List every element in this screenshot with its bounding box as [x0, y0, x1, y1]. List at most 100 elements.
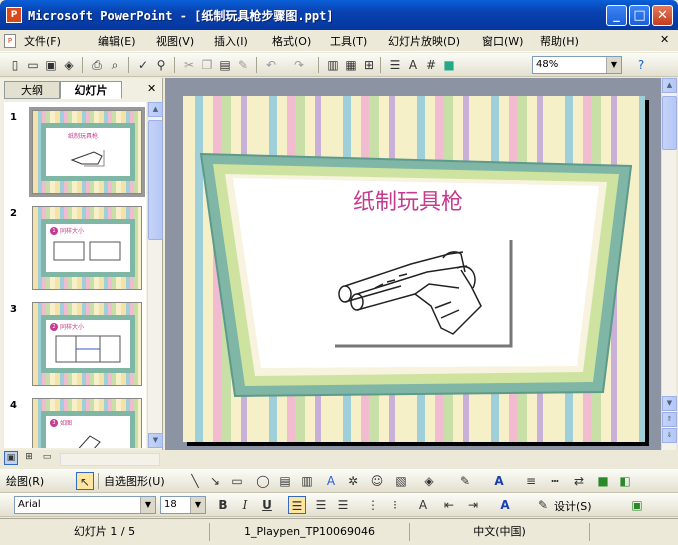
research-icon[interactable]: ⚲	[152, 56, 170, 74]
align-right-icon[interactable]: ☰	[334, 496, 352, 514]
cut-icon[interactable]: ✂	[180, 56, 198, 74]
arrow-style-icon[interactable]: ⇄	[570, 472, 588, 490]
menu-edit[interactable]: 编辑(E)	[98, 33, 136, 49]
slide-thumbnail-4[interactable]: 3 如图	[32, 398, 142, 448]
previous-slide-icon[interactable]: ⇑	[662, 412, 677, 427]
new-slide-icon[interactable]: ▣	[628, 496, 646, 514]
font-color-icon[interactable]: A	[496, 496, 514, 514]
diagram-icon[interactable]: ✲	[344, 472, 362, 490]
new-icon[interactable]: ▯	[6, 56, 24, 74]
rectangle-icon[interactable]: ▭	[228, 472, 246, 490]
undo-icon[interactable]: ↶	[262, 56, 280, 74]
expand-all-icon[interactable]: ☰	[386, 56, 404, 74]
format-painter-icon[interactable]: ✎	[234, 56, 252, 74]
color-grayscale-icon[interactable]: ■	[440, 56, 458, 74]
menu-tools[interactable]: 工具(T)	[330, 33, 367, 49]
numbering-icon[interactable]: ⋮	[364, 496, 382, 514]
close-button[interactable]: ✕	[652, 5, 673, 26]
permission-icon[interactable]: ◈	[60, 56, 78, 74]
font-size-select[interactable]: 18 ▼	[160, 496, 206, 514]
print-icon[interactable]: ⎙	[88, 56, 106, 74]
picture-icon[interactable]: ▧	[392, 472, 410, 490]
help-icon[interactable]: ?	[632, 56, 650, 74]
powerpoint-app-icon[interactable]: P	[6, 7, 22, 23]
line-style-icon[interactable]: ≡	[522, 472, 540, 490]
redo-icon[interactable]: ↷	[290, 56, 308, 74]
paper-gun-illustration[interactable]	[331, 236, 521, 351]
menu-slideshow[interactable]: 幻灯片放映(D)	[388, 33, 460, 49]
design-button[interactable]: 设计(S)	[554, 498, 592, 514]
slideshow-view-icon[interactable]: ▭	[40, 451, 54, 465]
maximize-button[interactable]: □	[629, 5, 650, 26]
slide-canvas[interactable]: 纸制玩具枪	[183, 96, 645, 442]
tab-outline[interactable]: 大纲	[4, 81, 60, 99]
print-preview-icon[interactable]: ⌕	[106, 56, 124, 74]
line-icon[interactable]: ╲	[186, 472, 204, 490]
wordart-icon[interactable]: A	[322, 472, 340, 490]
underline-icon[interactable]: U	[258, 496, 276, 514]
bullets-icon[interactable]: ⁝	[386, 496, 404, 514]
slide-title[interactable]: 纸制玩具枪	[353, 184, 463, 216]
menu-insert[interactable]: 插入(I)	[214, 33, 248, 49]
slide-sorter-icon[interactable]: ⊞	[22, 451, 36, 465]
italic-icon[interactable]: I	[236, 496, 254, 514]
chevron-down-icon[interactable]: ▼	[140, 497, 155, 513]
menu-help[interactable]: 帮助(H)	[540, 33, 579, 49]
slide-thumbnail-1[interactable]: 纸制玩具枪	[29, 107, 145, 197]
normal-view-icon[interactable]: ▣	[4, 451, 18, 465]
oval-icon[interactable]: ◯	[254, 472, 272, 490]
clipart-icon[interactable]: ☺	[368, 472, 386, 490]
slide-thumbnail-3[interactable]: 2 同样大小	[32, 302, 142, 386]
bold-icon[interactable]: B	[214, 496, 232, 514]
tables-borders-icon[interactable]: ⊞	[360, 56, 378, 74]
decrease-indent-icon[interactable]: ⇤	[440, 496, 458, 514]
scroll-down-icon[interactable]: ▼	[662, 396, 677, 411]
grid-icon[interactable]: #	[422, 56, 440, 74]
scroll-thumb[interactable]	[662, 96, 677, 150]
spelling-icon[interactable]: ✓	[134, 56, 152, 74]
shadow-style-icon[interactable]: ■	[594, 472, 612, 490]
insert-chart-icon[interactable]: ▥	[324, 56, 342, 74]
fill-color-icon[interactable]: ◈	[420, 472, 438, 490]
increase-indent-icon[interactable]: ⇥	[464, 496, 482, 514]
scroll-thumb[interactable]	[148, 120, 163, 240]
autoshapes-menu-button[interactable]: 自选图形(U)	[104, 473, 165, 489]
select-objects-icon[interactable]: ↖	[76, 472, 94, 490]
insert-table-icon[interactable]: ▦	[342, 56, 360, 74]
align-left-icon[interactable]: ☰	[288, 496, 306, 514]
tab-slides[interactable]: 幻灯片	[60, 81, 122, 99]
menu-file[interactable]: 文件(F)	[24, 33, 61, 49]
font-color-icon[interactable]: A	[490, 472, 508, 490]
slide-scrollbar[interactable]: ▲ ▼ ⇑ ⇓	[661, 78, 677, 450]
vertical-textbox-icon[interactable]: ▥	[298, 472, 316, 490]
arrow-icon[interactable]: ↘	[206, 472, 224, 490]
textbox-icon[interactable]: ▤	[276, 472, 294, 490]
next-slide-icon[interactable]: ⇓	[662, 428, 677, 443]
copy-icon[interactable]: ❐	[198, 56, 216, 74]
zoom-select[interactable]: 48% ▼	[532, 56, 622, 74]
menu-view[interactable]: 视图(V)	[156, 33, 194, 49]
font-select[interactable]: Arial ▼	[14, 496, 156, 514]
chevron-down-icon[interactable]: ▼	[606, 57, 621, 73]
document-icon[interactable]: P	[4, 34, 16, 48]
line-color-icon[interactable]: ✎	[456, 472, 474, 490]
pane-horizontal-scrollbar[interactable]	[60, 453, 160, 466]
paste-icon[interactable]: ▤	[216, 56, 234, 74]
close-pane-button[interactable]: ✕	[147, 82, 156, 95]
increase-font-icon[interactable]: A	[414, 496, 432, 514]
open-icon[interactable]: ▭	[24, 56, 42, 74]
3d-style-icon[interactable]: ◧	[616, 472, 634, 490]
minimize-button[interactable]: _	[606, 5, 627, 26]
chevron-down-icon[interactable]: ▼	[190, 497, 205, 513]
slide-thumbnail-2[interactable]: 1 同样大小	[32, 206, 142, 290]
scroll-down-icon[interactable]: ▼	[148, 433, 163, 448]
close-document-button[interactable]: ✕	[660, 33, 669, 49]
menu-window[interactable]: 窗口(W)	[482, 33, 523, 49]
scroll-up-icon[interactable]: ▲	[148, 102, 163, 117]
show-formatting-icon[interactable]: A	[404, 56, 422, 74]
scroll-up-icon[interactable]: ▲	[662, 78, 677, 93]
dash-style-icon[interactable]: ┅	[546, 472, 564, 490]
design-icon[interactable]: ✎	[534, 496, 552, 514]
draw-menu-button[interactable]: 绘图(R)	[6, 473, 44, 489]
save-icon[interactable]: ▣	[42, 56, 60, 74]
